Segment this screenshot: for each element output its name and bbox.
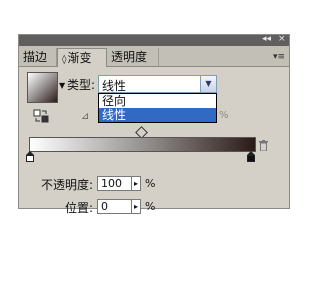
tab-grip-icon: ◊ xyxy=(62,55,67,65)
position-dropdown-icon[interactable]: ▸ xyxy=(132,199,141,214)
position-label: 位置: xyxy=(65,201,94,215)
panel-title-bar: ◂◂ × xyxy=(19,33,289,46)
stop-color-black xyxy=(247,155,255,162)
gradient-type-select[interactable]: 线性 ▼ xyxy=(98,75,217,93)
color-stop-left[interactable] xyxy=(26,151,34,162)
type-label: 类型: xyxy=(67,78,96,92)
tab-gradient-label: 渐变 xyxy=(67,51,92,65)
collapse-panel-icon[interactable]: ◂◂ xyxy=(262,33,271,46)
close-panel-icon[interactable]: × xyxy=(278,33,286,46)
gradient-swatch[interactable] xyxy=(27,72,58,103)
trash-icon[interactable] xyxy=(259,140,268,151)
angle-unit: % xyxy=(219,110,229,121)
reverse-gradient-icon[interactable] xyxy=(33,109,49,123)
option-linear[interactable]: 线性 xyxy=(99,108,216,122)
swatch-dropdown-icon[interactable]: ▼ xyxy=(59,81,65,90)
chevron-down-icon[interactable]: ▼ xyxy=(200,76,216,92)
option-radial[interactable]: 径向 xyxy=(99,94,216,108)
opacity-unit: % xyxy=(145,177,156,190)
opacity-dropdown-icon[interactable]: ▸ xyxy=(132,176,141,191)
tab-stroke[interactable]: 描边 xyxy=(19,48,57,66)
color-stop-right[interactable] xyxy=(247,151,255,162)
gradient-type-value: 线性 xyxy=(102,79,127,93)
opacity-label: 不透明度: xyxy=(41,178,94,192)
position-value: 0 xyxy=(101,200,108,213)
tab-gradient[interactable]: ◊渐变 xyxy=(57,48,107,67)
panel-tabs: 描边 ◊渐变 透明度 ▾≡ xyxy=(19,46,289,67)
tab-transparency[interactable]: 透明度 xyxy=(107,48,159,66)
position-input[interactable]: 0 xyxy=(97,199,132,214)
position-unit: % xyxy=(145,200,156,213)
gradient-type-dropdown: 径向 线性 xyxy=(98,93,217,123)
gradient-panel: ◂◂ × 描边 ◊渐变 透明度 ▾≡ ▼ 类型: 线性 ▼ 径向 线性 ⊿ % xyxy=(18,33,290,215)
panel-menu-icon[interactable]: ▾≡ xyxy=(273,52,285,62)
gradient-slider-bar[interactable] xyxy=(29,137,256,152)
angle-icon: ⊿ xyxy=(81,111,90,122)
opacity-value: 100 xyxy=(101,177,122,190)
opacity-input[interactable]: 100 xyxy=(97,176,132,191)
stop-color-white xyxy=(26,155,34,162)
